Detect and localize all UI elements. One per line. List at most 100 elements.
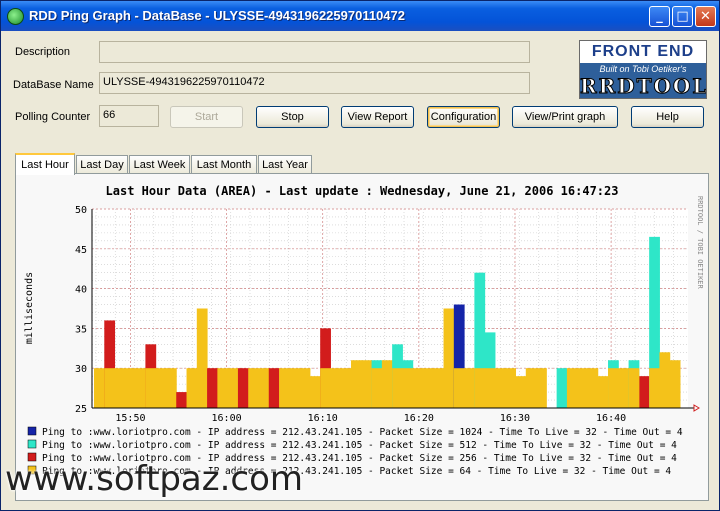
- rrdtool-logo: FRONT END Built on Tobi Oetiker's RRDTOO…: [579, 40, 707, 99]
- logo-subtitle: Built on Tobi Oetiker's: [599, 64, 687, 74]
- legend-entry: Ping to :www.loriotpro.com - IP address …: [42, 440, 677, 451]
- window-title: RDD Ping Graph - DataBase - ULYSSE-49431…: [29, 8, 405, 23]
- y-tick-label: 40: [75, 285, 87, 296]
- legend-swatch: [27, 426, 37, 436]
- chart-bar: [196, 308, 208, 408]
- legend-entry: Ping to :www.loriotpro.com - IP address …: [42, 427, 683, 438]
- chart-bar: [494, 368, 506, 408]
- chart-bar: [155, 368, 167, 408]
- chart-bar: [124, 368, 136, 408]
- chart-bar: [515, 376, 527, 408]
- chart-bar: [381, 360, 393, 408]
- configuration-button[interactable]: Configuration: [427, 106, 500, 128]
- description-label: Description: [15, 46, 71, 58]
- chart-bar-base: [608, 368, 619, 408]
- minimize-button[interactable]: _: [649, 6, 670, 27]
- chart-bar: [505, 368, 517, 408]
- polling-counter-field[interactable]: 66: [99, 105, 159, 127]
- view-report-button[interactable]: View Report: [341, 106, 414, 128]
- y-tick-label: 35: [75, 324, 87, 335]
- chart-bar: [597, 376, 609, 408]
- stop-button[interactable]: Stop: [256, 106, 329, 128]
- rrdtool-side-text: RRDTOOL / TOBI OETIKER: [696, 196, 704, 290]
- chart-bar: [258, 368, 270, 408]
- chart-bar: [299, 368, 311, 408]
- close-button[interactable]: ✕: [695, 6, 716, 27]
- y-tick-label: 25: [75, 404, 87, 415]
- app-icon: [7, 8, 24, 25]
- chart-bar: [309, 376, 321, 408]
- tab-last-week[interactable]: Last Week: [129, 155, 190, 174]
- x-tick-label: 15:50: [115, 413, 145, 424]
- chart-bar: [618, 368, 630, 408]
- y-axis-label: milliseconds: [24, 272, 35, 344]
- chart-bar-base: [371, 368, 383, 408]
- view-print-graph-button[interactable]: View/Print graph: [512, 106, 618, 128]
- x-tick-label: 16:40: [596, 413, 626, 424]
- chart-bar: [176, 392, 188, 408]
- chart-bar: [268, 368, 280, 408]
- chart-bar: [135, 368, 146, 408]
- logo-rrdtool-text: RRDTOOL: [580, 74, 707, 99]
- x-tick-label: 16:20: [404, 413, 434, 424]
- chart-bar: [289, 368, 301, 408]
- start-button[interactable]: Start: [170, 106, 243, 128]
- chart-bar: [207, 368, 218, 408]
- maximize-button[interactable]: □: [672, 6, 693, 27]
- chart-bar: [566, 368, 578, 408]
- tab-last-month[interactable]: Last Month: [191, 155, 257, 174]
- chart-bar-base: [402, 368, 414, 408]
- help-button[interactable]: Help: [631, 106, 704, 128]
- chart-bar: [351, 360, 362, 408]
- y-tick-label: 30: [75, 364, 87, 375]
- chart-bar: [433, 368, 445, 408]
- chart-bar-base: [453, 368, 465, 408]
- chart-bar: [422, 368, 434, 408]
- chart-bar-base: [628, 368, 640, 408]
- chart-bar: [340, 368, 352, 408]
- chart-bar: [556, 368, 568, 408]
- chart-bar: [114, 368, 126, 408]
- y-tick-label: 50: [75, 205, 87, 216]
- chart-bar: [279, 368, 290, 408]
- chart-bar-base: [320, 368, 331, 408]
- polling-counter-label: Polling Counter: [15, 111, 91, 123]
- title-bar[interactable]: RDD Ping Graph - DataBase - ULYSSE-49431…: [1, 1, 719, 31]
- description-field[interactable]: [99, 41, 530, 63]
- chart-bar: [587, 368, 599, 408]
- chart-bar-base: [484, 368, 496, 408]
- tab-last-year[interactable]: Last Year: [258, 155, 312, 174]
- graph-panel: Last Hour Data (AREA) - Last update : We…: [15, 173, 709, 501]
- chart-bar-base: [649, 368, 660, 408]
- database-name-label: DataBase Name: [13, 79, 94, 91]
- chart-bar: [186, 368, 198, 408]
- chart-bar-base: [145, 368, 157, 408]
- chart-bar: [412, 368, 424, 408]
- chart-bar: [464, 368, 475, 408]
- x-tick-label: 16:10: [308, 413, 338, 424]
- tab-last-day[interactable]: Last Day: [76, 155, 128, 174]
- chart-bar: [94, 368, 105, 408]
- chart-bar: [217, 368, 229, 408]
- chart-bar: [638, 376, 650, 408]
- chart-bar-base: [474, 368, 486, 408]
- chart-bar: [443, 308, 455, 408]
- chart-bar: [361, 360, 373, 408]
- tab-last-hour[interactable]: Last Hour: [15, 153, 75, 175]
- chart-bar: [237, 368, 249, 408]
- chart-bar: [659, 352, 671, 408]
- legend-swatch: [27, 439, 37, 449]
- chart-bar-base: [392, 368, 403, 408]
- chart-bar: [227, 368, 239, 408]
- softpaz-watermark: www.softpaz.com: [5, 459, 304, 499]
- database-name-field[interactable]: ULYSSE-4943196225970110472: [99, 72, 530, 94]
- chart-bar: [525, 368, 537, 408]
- chart-bar: [165, 368, 177, 408]
- y-tick-label: 45: [75, 245, 87, 256]
- ping-chart: Last Hour Data (AREA) - Last update : We…: [16, 174, 708, 500]
- chart-bar: [669, 360, 681, 408]
- chart-title: Last Hour Data (AREA) - Last update : We…: [106, 184, 619, 198]
- chart-bar: [330, 368, 342, 408]
- app-window: RDD Ping Graph - DataBase - ULYSSE-49431…: [0, 0, 720, 511]
- x-tick-label: 16:00: [212, 413, 242, 424]
